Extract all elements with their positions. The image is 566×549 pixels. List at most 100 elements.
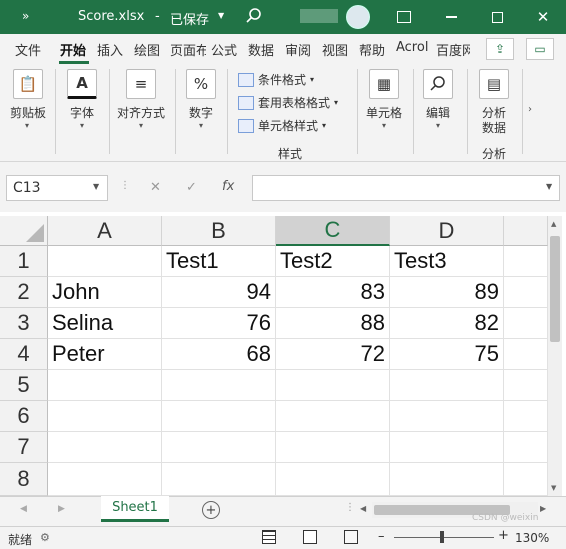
cell-d8[interactable]: [390, 463, 504, 496]
tab-acrobat[interactable]: Acrol: [396, 40, 432, 55]
accessibility-icon[interactable]: ⚙: [40, 531, 50, 544]
row-header[interactable]: 7: [0, 432, 48, 463]
select-all-button[interactable]: [0, 216, 48, 246]
cell-b3[interactable]: 76: [162, 308, 276, 339]
chevron-down-icon[interactable]: ▾: [22, 121, 32, 130]
cell-d3[interactable]: 82: [390, 308, 504, 339]
cell-d4[interactable]: 75: [390, 339, 504, 370]
cell-e4[interactable]: [504, 339, 548, 370]
more-options-icon[interactable]: ⋮: [120, 180, 130, 191]
editing-label[interactable]: 编辑: [418, 104, 458, 121]
zoom-level[interactable]: 130%: [515, 531, 549, 545]
analyze-data-label-2[interactable]: 数据: [474, 119, 514, 136]
comment-icon[interactable]: ▭: [526, 38, 554, 60]
cell-e2[interactable]: [504, 277, 548, 308]
cell-e5[interactable]: [504, 370, 548, 401]
page-break-icon[interactable]: [344, 530, 358, 544]
tab-home[interactable]: 开始: [60, 40, 86, 59]
cells-label[interactable]: 单元格: [362, 104, 406, 121]
minimize-button[interactable]: [428, 0, 474, 34]
cell-d2[interactable]: 89: [390, 277, 504, 308]
row-header[interactable]: 3: [0, 308, 48, 339]
cell-b2[interactable]: 94: [162, 277, 276, 308]
cell-a6[interactable]: [48, 401, 162, 432]
cell-b6[interactable]: [162, 401, 276, 432]
vertical-scroll-thumb[interactable]: [550, 236, 560, 342]
ribbon-display-icon[interactable]: [397, 11, 411, 23]
row-header[interactable]: 1: [0, 246, 48, 277]
cell-c5[interactable]: [276, 370, 390, 401]
column-header-b[interactable]: B: [162, 216, 276, 246]
cell-d7[interactable]: [390, 432, 504, 463]
font-label[interactable]: 字体: [62, 104, 102, 121]
cell-e6[interactable]: [504, 401, 548, 432]
format-as-table-button[interactable]: 套用表格格式 ▾: [238, 94, 338, 111]
scroll-up-icon[interactable]: ▲: [551, 220, 556, 228]
cell-c1[interactable]: Test2: [276, 246, 390, 277]
tab-review[interactable]: 审阅: [285, 40, 311, 59]
cell-d5[interactable]: [390, 370, 504, 401]
chevron-down-icon[interactable]: ▼: [93, 182, 99, 191]
chevron-down-icon[interactable]: ▾: [379, 121, 389, 130]
cell-a5[interactable]: [48, 370, 162, 401]
cell-c8[interactable]: [276, 463, 390, 496]
search-icon[interactable]: [246, 8, 262, 24]
tab-data[interactable]: 数据: [248, 40, 274, 59]
row-header[interactable]: 6: [0, 401, 48, 432]
analyze-data-icon[interactable]: ▤: [479, 69, 509, 99]
chevron-down-icon[interactable]: ▾: [196, 121, 206, 130]
clipboard-label[interactable]: 剪贴板: [6, 104, 50, 121]
zoom-in-icon[interactable]: +: [498, 528, 509, 543]
chevron-down-icon[interactable]: ▼: [218, 11, 224, 20]
cell-c7[interactable]: [276, 432, 390, 463]
tab-help[interactable]: 帮助: [359, 40, 385, 59]
cell-d6[interactable]: [390, 401, 504, 432]
cell-b4[interactable]: 68: [162, 339, 276, 370]
avatar-icon[interactable]: [346, 5, 370, 29]
number-label[interactable]: 数字: [181, 104, 221, 121]
cell-b5[interactable]: [162, 370, 276, 401]
cell-b8[interactable]: [162, 463, 276, 496]
conditional-format-button[interactable]: 条件格式 ▾: [238, 71, 314, 88]
cancel-icon[interactable]: ✕: [150, 180, 161, 195]
cell-a8[interactable]: [48, 463, 162, 496]
cell-e1[interactable]: [504, 246, 548, 277]
row-header[interactable]: 8: [0, 463, 48, 496]
percent-icon[interactable]: %: [186, 69, 216, 99]
share-icon[interactable]: ⇪: [486, 38, 514, 60]
cell-a3[interactable]: Selina: [48, 308, 162, 339]
tab-insert[interactable]: 插入: [97, 40, 123, 59]
insert-function-icon[interactable]: fx: [222, 179, 234, 194]
list-arrows-icon[interactable]: »: [22, 9, 38, 25]
clipboard-icon[interactable]: 📋: [13, 69, 43, 99]
tab-draw[interactable]: 绘图: [134, 40, 160, 59]
tab-formulas[interactable]: 公式: [211, 40, 237, 59]
zoom-slider[interactable]: [394, 537, 494, 538]
ribbon-scroll-right-icon[interactable]: ›: [528, 104, 532, 115]
cells-icon[interactable]: ▦: [369, 69, 399, 99]
tab-view[interactable]: 视图: [322, 40, 348, 59]
cell-a7[interactable]: [48, 432, 162, 463]
align-icon[interactable]: ≡: [126, 69, 156, 99]
cell-e7[interactable]: [504, 432, 548, 463]
normal-view-icon[interactable]: [262, 530, 276, 544]
cell-e3[interactable]: [504, 308, 548, 339]
row-header[interactable]: 5: [0, 370, 48, 401]
row-header[interactable]: 2: [0, 277, 48, 308]
cell-c3[interactable]: 88: [276, 308, 390, 339]
tab-page-layout[interactable]: 页面布: [170, 40, 206, 59]
scroll-left-icon[interactable]: ◀: [360, 504, 366, 513]
cell-c2[interactable]: 83: [276, 277, 390, 308]
sheet-tab-sheet1[interactable]: Sheet1: [101, 496, 169, 522]
expand-formula-icon[interactable]: ▼: [546, 182, 552, 191]
cell-styles-button[interactable]: 单元格样式 ▾: [238, 117, 326, 134]
enter-icon[interactable]: ✓: [186, 180, 197, 195]
cell-d1[interactable]: Test3: [390, 246, 504, 277]
tab-file[interactable]: 文件: [15, 40, 41, 59]
font-color-icon[interactable]: A: [67, 69, 97, 99]
prev-sheet-icon[interactable]: ◀: [20, 504, 27, 514]
column-header-d[interactable]: D: [390, 216, 504, 246]
column-header-c[interactable]: C: [276, 216, 390, 246]
zoom-out-icon[interactable]: –: [378, 529, 385, 544]
more-options-icon[interactable]: ⋮: [345, 502, 355, 513]
